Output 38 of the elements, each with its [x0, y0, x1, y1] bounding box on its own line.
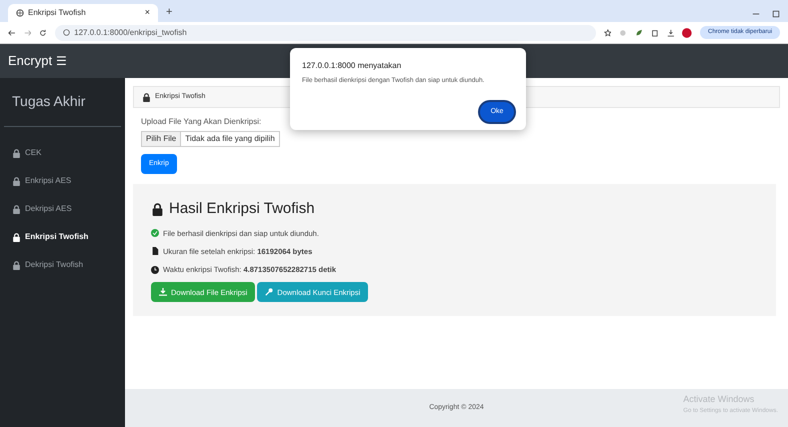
file-icon [151, 247, 159, 256]
upload-label: Upload File Yang Akan Dienkripsi: [141, 116, 262, 128]
download-icon [159, 288, 167, 296]
new-tab-button[interactable]: + [166, 4, 172, 20]
menu-icon[interactable]: ☰ [56, 52, 68, 70]
download-icon[interactable] [666, 28, 674, 36]
key-icon [265, 288, 274, 296]
check-icon [151, 229, 159, 238]
sidebar-title: Tugas Akhir [12, 93, 86, 109]
dialog-title: 127.0.0.1:8000 menyatakan [302, 60, 402, 72]
sidebar-item[interactable]: CEK [4, 143, 121, 163]
file-input[interactable]: Pilih File Tidak ada file yang dipilih [141, 131, 280, 147]
maximize-icon[interactable] [772, 10, 780, 18]
sidebar-item[interactable]: Enkripsi AES [4, 171, 121, 191]
sidebar-item[interactable]: Enkripsi Twofish [4, 227, 121, 247]
lock-icon [12, 232, 21, 242]
sidebar-item[interactable]: Dekripsi Twofish [4, 255, 121, 275]
avatar-icon[interactable] [682, 28, 692, 38]
close-icon[interactable]: × [144, 6, 150, 20]
lock-icon [12, 148, 21, 158]
lock-icon [12, 204, 21, 214]
lock-icon [12, 260, 21, 270]
result-title: Hasil Enkripsi Twofish [169, 199, 315, 219]
tab-title: Enkripsi Twofish [28, 7, 87, 19]
globe-icon [16, 9, 24, 17]
reload-icon[interactable] [39, 28, 48, 36]
star-icon[interactable] [604, 28, 612, 36]
back-icon[interactable] [8, 28, 16, 36]
url-text: 127.0.0.1:8000/enkripsi_twofish [74, 26, 187, 38]
lock-icon [151, 202, 164, 216]
browser-tab[interactable]: Enkripsi Twofish × [8, 4, 158, 22]
sidebar-item[interactable]: Dekripsi AES [4, 199, 121, 219]
address-bar[interactable]: 127.0.0.1:8000/enkripsi_twofish [55, 24, 596, 40]
brand-title: Encrypt [8, 52, 52, 70]
clock-icon [151, 266, 159, 274]
lock-icon [12, 176, 21, 186]
leaf-icon[interactable] [635, 28, 643, 36]
lock-icon [142, 92, 151, 102]
